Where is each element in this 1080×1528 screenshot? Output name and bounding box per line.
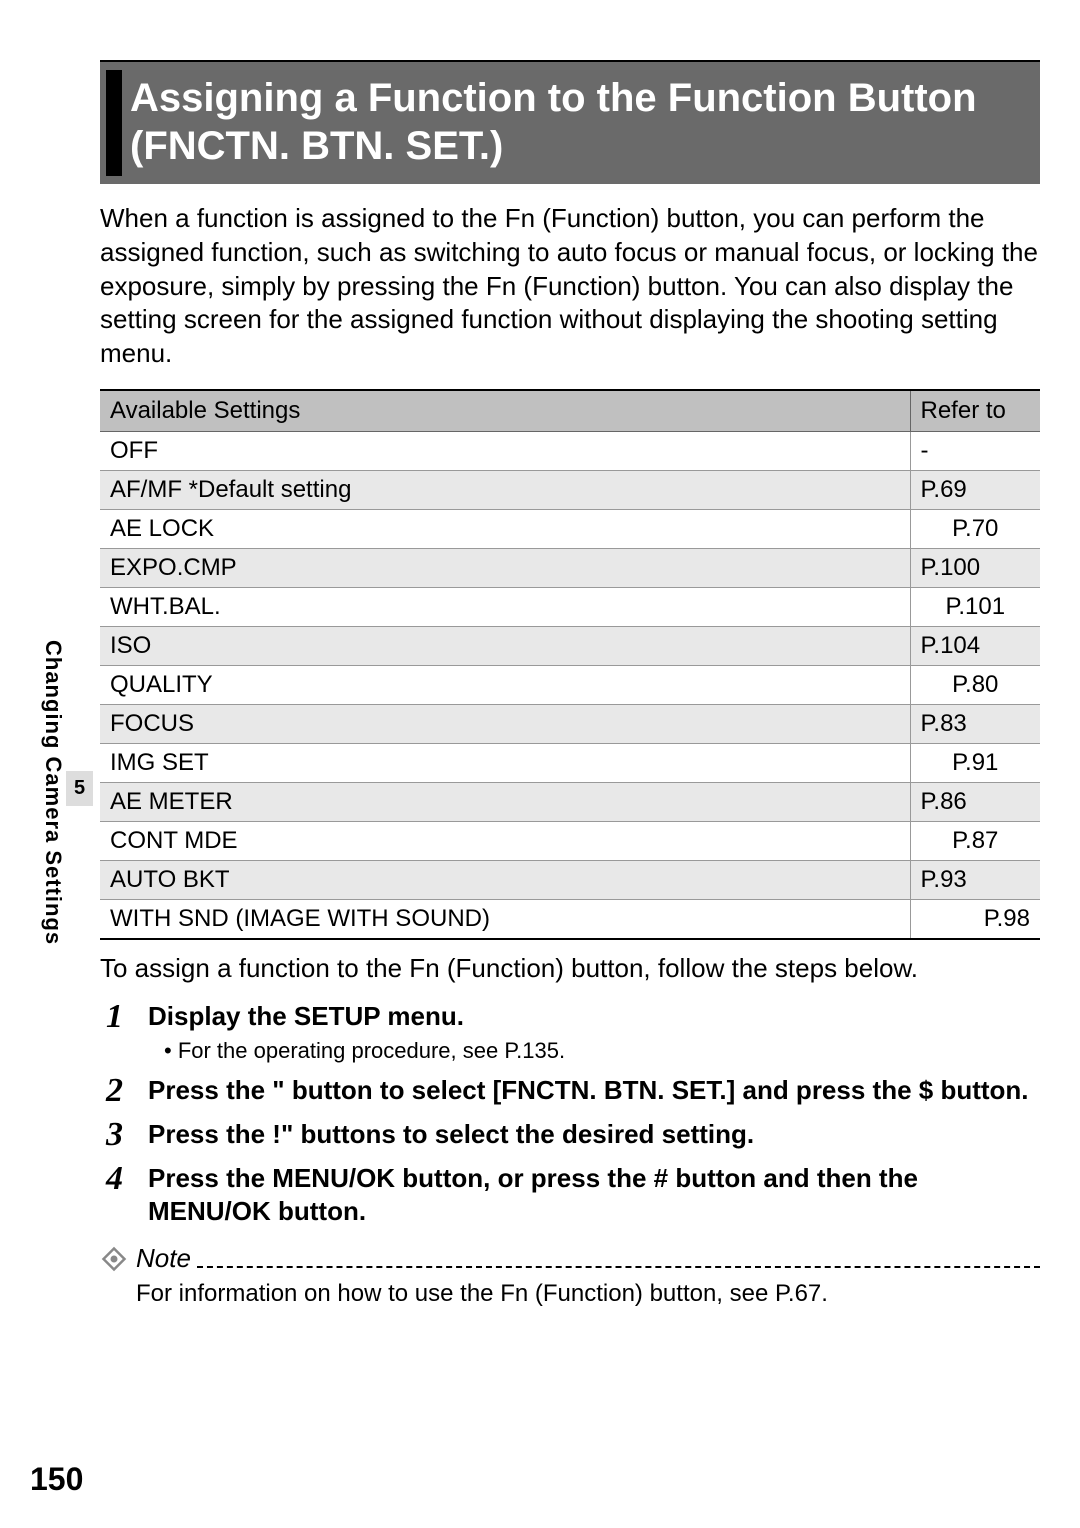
ref-cell: P.100 — [910, 548, 1040, 587]
side-tab: 5 Changing Camera Settings — [40, 640, 93, 945]
setting-cell: AE METER — [100, 782, 910, 821]
table-row: WITH SND (IMAGE WITH SOUND)P.98 — [100, 899, 1040, 939]
setting-cell: QUALITY — [100, 665, 910, 704]
table-row: ISOP.104 — [100, 626, 1040, 665]
table-row: OFF- — [100, 431, 1040, 470]
page-content: Assigning a Function to the Function But… — [100, 60, 1040, 1308]
note-dashes — [197, 1266, 1040, 1268]
ref-cell: P.91 — [910, 743, 1040, 782]
section-title-block: Assigning a Function to the Function But… — [100, 60, 1040, 184]
table-row: WHT.BAL.P.101 — [100, 587, 1040, 626]
setting-cell: OFF — [100, 431, 910, 470]
setting-cell: AUTO BKT — [100, 860, 910, 899]
settings-table: Available Settings Refer to OFF-AF/MF *D… — [100, 389, 1040, 940]
ref-cell: - — [910, 431, 1040, 470]
note-row: Note — [100, 1243, 1040, 1274]
note-label: Note — [136, 1243, 191, 1274]
ref-cell: P.104 — [910, 626, 1040, 665]
table-row: AUTO BKTP.93 — [100, 860, 1040, 899]
step-item: 4Press the MENU/OK button, or press the … — [106, 1162, 1040, 1230]
ref-cell: P.69 — [910, 470, 1040, 509]
header-available-settings: Available Settings — [100, 390, 910, 432]
setting-cell: IMG SET — [100, 743, 910, 782]
table-row: AE LOCKP.70 — [100, 509, 1040, 548]
step-title: Display the SETUP menu. — [148, 1000, 1040, 1034]
step-body: Press the MENU/OK button, or press the #… — [148, 1162, 1040, 1230]
ref-cell: P.83 — [910, 704, 1040, 743]
step-title: Press the !" buttons to select the desir… — [148, 1118, 1040, 1152]
step-item: 2Press the " button to select [FNCTN. BT… — [106, 1074, 1040, 1108]
ref-cell: P.86 — [910, 782, 1040, 821]
table-header-row: Available Settings Refer to — [100, 390, 1040, 432]
table-row: AE METERP.86 — [100, 782, 1040, 821]
steps-list: 1Display the SETUP menu. • For the operat… — [100, 1000, 1040, 1229]
page-number: 150 — [30, 1461, 83, 1498]
ref-cell: P.93 — [910, 860, 1040, 899]
setting-cell: WHT.BAL. — [100, 587, 910, 626]
step-item: 3Press the !" buttons to select the desi… — [106, 1118, 1040, 1152]
step-number: 4 — [106, 1162, 148, 1196]
setting-cell: WITH SND (IMAGE WITH SOUND) — [100, 899, 910, 939]
header-refer-to: Refer to — [910, 390, 1040, 432]
setting-cell: AF/MF *Default setting — [100, 470, 910, 509]
table-row: QUALITYP.80 — [100, 665, 1040, 704]
ref-cell: P.80 — [910, 665, 1040, 704]
setting-cell: ISO — [100, 626, 910, 665]
step-title: Press the " button to select [FNCTN. BTN… — [148, 1074, 1040, 1108]
table-row: EXPO.CMPP.100 — [100, 548, 1040, 587]
chapter-label: Changing Camera Settings — [40, 640, 66, 945]
step-body: Display the SETUP menu. • For the operati… — [148, 1000, 1040, 1064]
note-text: For information on how to use the Fn (Fu… — [136, 1280, 1040, 1308]
setting-cell: CONT MDE — [100, 821, 910, 860]
note-icon — [100, 1245, 128, 1273]
ref-cell: P.70 — [910, 509, 1040, 548]
ref-cell: P.87 — [910, 821, 1040, 860]
intro-paragraph: When a function is assigned to the Fn (F… — [100, 202, 1040, 371]
step-body: Press the " button to select [FNCTN. BTN… — [148, 1074, 1040, 1108]
table-row: AF/MF *Default settingP.69 — [100, 470, 1040, 509]
step-item: 1Display the SETUP menu. • For the operat… — [106, 1000, 1040, 1064]
step-number: 2 — [106, 1074, 148, 1108]
followup-paragraph: To assign a function to the Fn (Function… — [100, 952, 1040, 986]
setting-cell: EXPO.CMP — [100, 548, 910, 587]
step-body: Press the !" buttons to select the desir… — [148, 1118, 1040, 1152]
step-sub: • For the operating procedure, see P.135… — [148, 1038, 1040, 1064]
setting-cell: AE LOCK — [100, 509, 910, 548]
ref-cell: P.98 — [910, 899, 1040, 939]
setting-cell: FOCUS — [100, 704, 910, 743]
step-number: 1 — [106, 1000, 148, 1034]
section-title: Assigning a Function to the Function But… — [130, 74, 1022, 170]
table-row: CONT MDEP.87 — [100, 821, 1040, 860]
step-number: 3 — [106, 1118, 148, 1152]
chapter-number-box: 5 — [66, 771, 93, 806]
step-title: Press the MENU/OK button, or press the #… — [148, 1162, 1040, 1230]
chapter-number: 5 — [74, 777, 85, 799]
table-row: FOCUSP.83 — [100, 704, 1040, 743]
table-row: IMG SETP.91 — [100, 743, 1040, 782]
ref-cell: P.101 — [910, 587, 1040, 626]
